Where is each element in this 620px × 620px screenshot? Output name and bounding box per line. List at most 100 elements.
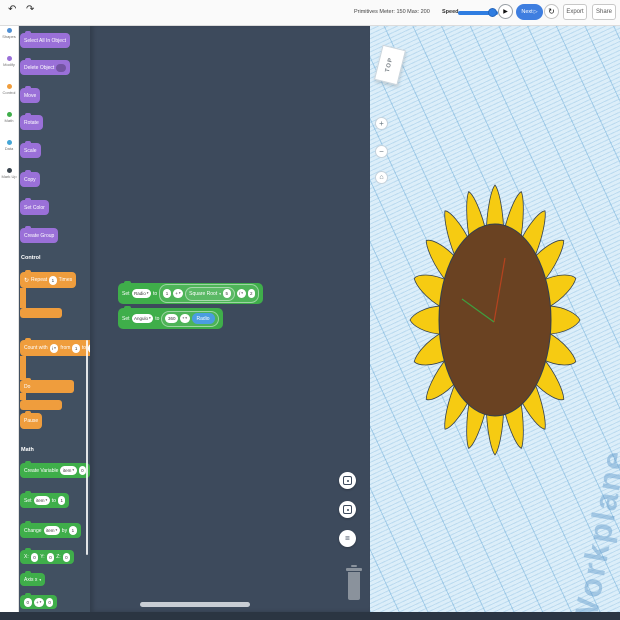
palette-block-set-color[interactable]: Set Color (20, 198, 49, 215)
next-button-label: Next (521, 9, 533, 15)
dropdown-value: item (62, 468, 72, 473)
count-to-field[interactable]: 1 (88, 343, 90, 353)
sqrt-expression-group[interactable]: Square Root ▾ 5 (185, 286, 235, 301)
zoom-in-button[interactable]: + (375, 117, 388, 130)
repeat-count-field[interactable]: 1 (49, 275, 57, 285)
next-button[interactable]: Next ▷ (516, 4, 543, 20)
speed-label: Speed (442, 9, 459, 15)
palette-block-xyz[interactable]: X: 0 Y: 0 Z: 0 (20, 548, 75, 564)
variable-dropdown[interactable]: item ▾ (60, 466, 77, 475)
variable-dropdown[interactable]: item ▾ (43, 526, 60, 535)
value-field[interactable]: 2 (247, 289, 256, 298)
dropdown-value: item (46, 528, 55, 533)
block-label: Select All In Object (24, 37, 66, 44)
workspace-horizontal-scrollbar[interactable] (140, 602, 250, 607)
angulo-variable-dropdown[interactable]: Angulo ▾ (131, 314, 154, 323)
count-variable-dropdown[interactable]: i ▾ (49, 343, 59, 353)
zoom-level-button[interactable]: = (339, 530, 356, 547)
math-section-header: Math (21, 447, 34, 453)
chevron-down-icon: ▾ (45, 498, 48, 502)
center-blocks-button[interactable] (339, 472, 356, 489)
palette-block-delete-object[interactable]: Delete Object (20, 58, 71, 75)
block-label: to (153, 290, 158, 297)
block-label: X: (24, 554, 29, 560)
viewcube-label: TOP (385, 56, 395, 74)
chevron-down-icon: ▾ (54, 345, 56, 350)
chevron-down-icon: ▾ (178, 291, 181, 295)
value-field[interactable]: 360 (165, 314, 178, 323)
count-block-bottom (20, 400, 62, 410)
count-from-field[interactable]: 1 (72, 343, 80, 353)
radio-variable-dropdown[interactable]: Radio ▾ (131, 289, 152, 298)
palette-block-operator[interactable]: 0 + ▾ 0 (20, 593, 58, 609)
palette-block-count-with[interactable]: Count with i▾ from 1 to 1 (20, 338, 90, 356)
palette-block-create-variable[interactable]: Create Variable item ▾ 0 (20, 461, 90, 478)
sidebar-item-math[interactable]: Math (0, 109, 18, 137)
palette-block-move[interactable]: Move (20, 86, 41, 103)
palette-block-axis[interactable]: Axis x ▾ (20, 571, 46, 586)
category-dot-control (6, 84, 12, 89)
variable-dropdown[interactable]: item ▾ (33, 496, 50, 505)
block-label: by (61, 527, 68, 534)
trash-button[interactable] (345, 565, 363, 603)
function-dropdown[interactable]: Square Root (189, 291, 217, 297)
share-button[interactable]: Share (592, 4, 616, 20)
export-button[interactable]: Export (563, 4, 587, 20)
step-forward-icon: ▷ (533, 9, 538, 15)
palette-block-create-group[interactable]: Create Group (20, 226, 59, 243)
workspace-block-set-radio[interactable]: Set Radio ▾ to 1 + ▾ Square Root ▾ 5 /▾ 2 (118, 281, 264, 304)
operand-a-field[interactable]: 0 (24, 597, 32, 607)
chevron-down-icon: ▾ (39, 577, 42, 582)
sidebar-item-shapes[interactable]: Shapes (0, 25, 18, 53)
category-label: Math (4, 117, 14, 123)
play-icon: ▶ (503, 9, 508, 15)
palette-block-pause[interactable]: Pause (20, 411, 43, 429)
block-label: Rotate (24, 119, 39, 126)
zoom-out-button[interactable]: − (375, 145, 388, 158)
value-field[interactable]: 1 (69, 526, 77, 535)
restart-button[interactable]: ↻ (544, 4, 559, 19)
field-value: 0 (48, 599, 51, 605)
palette-block-set-variable[interactable]: Set item ▾ to 1 (20, 491, 70, 508)
sidebar-item-data[interactable]: Data (0, 137, 18, 165)
field-value: 1 (71, 528, 75, 533)
operator-dropdown[interactable]: + ▾ (33, 597, 44, 607)
palette-block-change-variable[interactable]: Change item ▾ by 1 (20, 521, 81, 538)
palette-block-copy[interactable]: Copy (20, 170, 40, 187)
speed-slider-knob[interactable] (488, 8, 497, 17)
blocks-workspace[interactable]: Set Radio ▾ to 1 + ▾ Square Root ▾ 5 /▾ 2 … (90, 25, 370, 612)
workspace-block-set-angulo[interactable]: Set Angulo ▾ to 360 * ▾ Radio (118, 306, 223, 329)
z-field[interactable]: 0 (62, 552, 71, 562)
palette-block-rotate[interactable]: Rotate (20, 113, 43, 130)
repeat-block-arm (20, 288, 26, 308)
home-view-button[interactable]: ⌂ (375, 171, 388, 184)
palette-block-scale[interactable]: Scale (20, 141, 41, 158)
sunflower-petal (409, 305, 444, 335)
fit-view-button[interactable] (339, 501, 356, 518)
redo-icon[interactable]: ↷ (26, 4, 34, 15)
operator-dropdown[interactable]: * ▾ (179, 314, 190, 323)
play-button[interactable]: ▶ (498, 4, 513, 19)
sidebar-item-markup[interactable]: Mark Up (0, 165, 18, 193)
value-field[interactable]: 1 (163, 289, 171, 298)
value-field[interactable]: 1 (57, 496, 66, 505)
undo-icon[interactable]: ↶ (8, 4, 16, 15)
operand-b-field[interactable]: 0 (45, 597, 54, 607)
sidebar-item-modify[interactable]: Modify (0, 53, 18, 81)
block-label: Count with (24, 345, 48, 351)
center-blocks-icon (343, 476, 352, 485)
radio-variable-pill[interactable]: Radio (191, 313, 215, 324)
palette-block-repeat[interactable]: ↻ Repeat 1 Times (20, 270, 77, 288)
palette-scrollbar[interactable] (86, 340, 88, 555)
value-field[interactable]: 5 (222, 289, 231, 298)
operator-dropdown[interactable]: + ▾ (172, 289, 184, 298)
block-label: Change (24, 527, 42, 534)
sidebar-item-control[interactable]: Control (0, 81, 18, 109)
operator-dropdown[interactable]: / ▾ (236, 289, 246, 298)
viewport-3d-canvas[interactable]: Workplane TOP + − ⌂ (370, 25, 620, 612)
x-field[interactable]: 0 (30, 552, 39, 562)
chevron-down-icon: ▾ (55, 528, 58, 532)
y-field[interactable]: 0 (46, 552, 55, 562)
do-label: Do (24, 383, 31, 390)
palette-block-select-all[interactable]: Select All In Object (20, 31, 70, 48)
